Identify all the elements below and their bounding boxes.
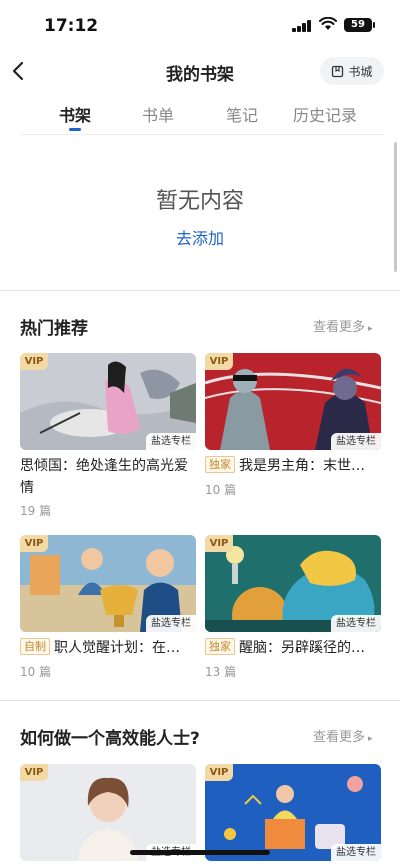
book-title: 我是男主角：末世… (239, 458, 365, 474)
tab-bookshelf[interactable]: 书架 (30, 102, 120, 126)
home-indicator[interactable] (130, 850, 270, 855)
header: 我的书架 书城 (0, 50, 400, 92)
tab-notes[interactable]: 笔记 (197, 102, 287, 126)
article-count: 10 篇 (205, 483, 237, 497)
efficient-section-title: 如何做一个高效能人士? (20, 729, 200, 749)
vip-badge: VIP (205, 764, 233, 781)
article-count: 13 篇 (205, 665, 237, 679)
column-tag: 盐选专栏 (146, 615, 196, 632)
wifi-icon (319, 17, 337, 30)
tab-indicator (69, 128, 81, 131)
book-cover[interactable]: VIP 盐选专栏 (205, 764, 381, 861)
book-cover[interactable]: VIP 盐选专栏 (205, 535, 381, 632)
vip-badge: VIP (205, 535, 233, 552)
column-tag: 盐选专栏 (146, 433, 196, 450)
section-divider (0, 290, 400, 291)
vip-badge: VIP (205, 353, 233, 370)
book-title-row[interactable]: 独家 我是男主角：末世… (205, 455, 381, 477)
book-title-row[interactable]: 独家 醒脑：另辟蹊径的… (205, 637, 381, 659)
empty-state-title: 暂无内容 (155, 189, 244, 214)
article-count: 19 篇 (20, 504, 52, 518)
scrollbar[interactable] (394, 142, 397, 272)
exclusive-tag: 独家 (205, 456, 235, 473)
tab-bar: 书架 书单 笔记 历史记录 (0, 96, 400, 134)
book-cover[interactable]: VIP 盐选专栏 (20, 535, 196, 632)
book-title: 醒脑：另辟蹊径的… (239, 640, 365, 656)
book-title: 职人觉醒计划：在… (54, 640, 180, 656)
column-tag: 盐选专栏 (331, 615, 381, 632)
book-title[interactable]: 思倾国：绝处逢生的高光爱情 (20, 455, 196, 499)
column-tag: 盐选专栏 (331, 844, 381, 861)
hot-section-title: 热门推荐 (20, 319, 88, 339)
efficient-more-link[interactable]: 查看更多 ▸ (313, 726, 373, 745)
status-time: 17:12 (44, 16, 99, 36)
tab-history[interactable]: 历史记录 (280, 102, 370, 126)
exclusive-tag: 独家 (205, 638, 235, 655)
add-books-link[interactable]: 去添加 (0, 225, 400, 249)
book-title-row[interactable]: 自制 职人觉醒计划：在… (20, 637, 196, 659)
book-cover[interactable]: VIP 盐选专栏 (20, 353, 196, 450)
article-count: 10 篇 (20, 665, 52, 679)
battery-icon: 59 (344, 18, 375, 32)
hot-more-link[interactable]: 查看更多 ▸ (313, 316, 373, 335)
divider (20, 134, 384, 135)
original-tag: 自制 (20, 638, 50, 655)
vip-badge: VIP (20, 353, 48, 370)
chevron-right-icon: ▸ (368, 734, 373, 744)
book-icon (332, 65, 344, 77)
more-label: 查看更多 (313, 730, 366, 745)
tab-booklist[interactable]: 书单 (113, 102, 203, 126)
book-cover[interactable]: VIP 盐选专栏 (20, 764, 196, 861)
book-cover[interactable]: VIP 盐选专栏 (205, 353, 381, 450)
bookstore-button[interactable]: 书城 (320, 57, 384, 85)
status-bar: 17:12 59 (0, 0, 400, 50)
more-label: 查看更多 (313, 320, 366, 335)
chevron-right-icon: ▸ (368, 324, 373, 334)
section-divider (0, 700, 400, 701)
bookstore-label: 书城 (348, 64, 373, 79)
vip-badge: VIP (20, 764, 48, 781)
vip-badge: VIP (20, 535, 48, 552)
column-tag: 盐选专栏 (331, 433, 381, 450)
signal-icon (292, 20, 312, 32)
